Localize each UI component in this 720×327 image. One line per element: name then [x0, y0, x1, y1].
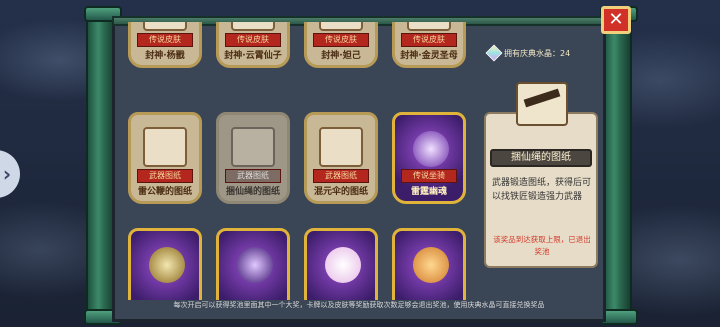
reward-card[interactable]: 传说坐骑 雷霆幽魂 — [392, 112, 466, 204]
card-name: 雷霆幽魂 — [410, 187, 447, 197]
right-scroll-pillar — [600, 6, 638, 325]
reward-card[interactable] — [216, 228, 290, 300]
reward-card[interactable]: 传说皮肤 封神·杨戬 — [128, 22, 202, 68]
reward-card[interactable]: 武器图纸 雷公鞭的图纸 — [128, 112, 202, 204]
reward-card[interactable] — [304, 228, 378, 300]
crystal-count: 拥有庆典水晶：24 — [485, 44, 600, 62]
card-name: 雷公鞭的图纸 — [137, 187, 192, 197]
card-name: 封神·金灵圣母 — [400, 51, 458, 61]
card-art — [319, 127, 363, 167]
footer-hint: 每次开启可以获得奖池里面其中一个大奖，卡牌以及皮肤等奖励获取次数足够会退出奖池，… — [173, 301, 545, 309]
reward-card[interactable] — [392, 228, 466, 300]
reward-card[interactable]: 传说皮肤 封神·云霄仙子 — [216, 22, 290, 68]
card-art — [413, 247, 449, 283]
close-button[interactable]: ✕ — [601, 6, 631, 34]
item-title: 捆仙绳的图纸 — [490, 149, 592, 167]
reward-card[interactable] — [128, 228, 202, 300]
card-name: 混元伞的图纸 — [313, 187, 368, 197]
card-art — [231, 22, 275, 31]
card-art — [231, 127, 275, 167]
left-scroll-pillar — [84, 6, 122, 325]
blueprint-icon — [516, 82, 568, 126]
card-name: 封神·云霄仙子 — [224, 51, 282, 61]
card-art — [325, 247, 361, 283]
card-art — [143, 22, 187, 31]
chevron-right-icon: › — [2, 162, 12, 186]
card-name: 捆仙绳的图纸 — [225, 187, 280, 197]
reward-card[interactable]: 传说皮肤 封神·妲己 — [304, 22, 378, 68]
item-limit-note: 该奖品到达获取上限，已退出奖池 — [493, 235, 591, 256]
item-description: 武器锻造图纸，获得后可以找铁匠锻造强力武器 — [492, 178, 592, 202]
mount-art — [413, 131, 449, 167]
card-art — [407, 22, 451, 31]
card-art — [149, 247, 185, 283]
reward-card[interactable]: 武器图纸 混元伞的图纸 — [304, 112, 378, 204]
card-badge: 传说皮肤 — [401, 33, 457, 47]
card-badge: 传说皮肤 — [225, 33, 281, 47]
card-badge: 传说皮肤 — [313, 33, 369, 47]
card-art — [143, 127, 187, 167]
card-name: 封神·妲己 — [321, 51, 361, 61]
crystal-label: 拥有庆典水晶：24 — [504, 48, 571, 58]
crystal-icon — [485, 44, 503, 62]
card-art — [237, 247, 273, 283]
card-badge: 传说皮肤 — [137, 33, 193, 47]
reward-card[interactable]: 传说皮肤 封神·金灵圣母 — [392, 22, 466, 68]
card-badge: 传说坐骑 — [401, 169, 457, 183]
reward-grid[interactable]: 传说皮肤 封神·杨戬 传说皮肤 封神·云霄仙子 传说皮肤 封神·妲己 传说皮肤 … — [122, 22, 480, 300]
card-art — [319, 22, 363, 31]
card-badge: 武器图纸 — [313, 169, 369, 183]
reward-card-selected[interactable]: 武器图纸 捆仙绳的图纸 — [216, 112, 290, 204]
card-name: 封神·杨戬 — [145, 51, 185, 61]
card-badge: 武器图纸 — [225, 169, 281, 183]
close-icon: ✕ — [608, 9, 624, 30]
card-badge: 武器图纸 — [137, 169, 193, 183]
